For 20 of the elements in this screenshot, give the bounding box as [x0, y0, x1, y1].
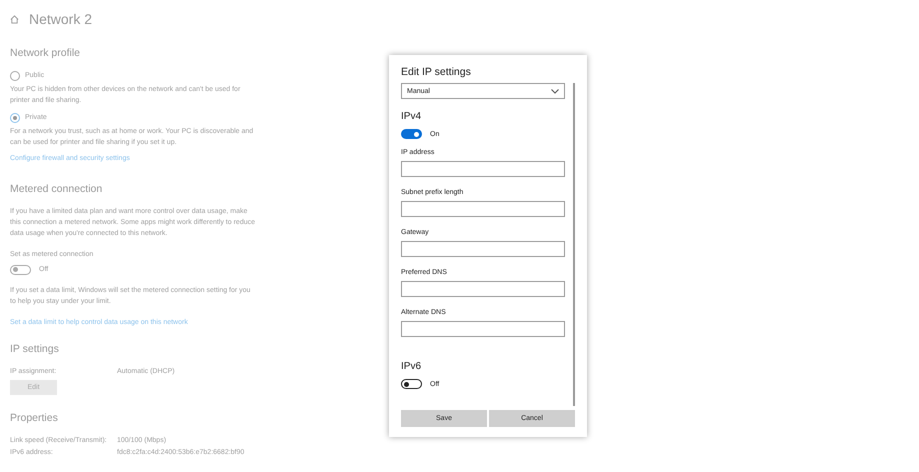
toggle-switch[interactable]	[401, 129, 422, 139]
radio-button[interactable]	[10, 112, 20, 122]
section-heading: IP settings	[10, 342, 60, 356]
input-field[interactable]	[401, 161, 565, 177]
section-heading: Properties	[10, 411, 59, 425]
section-heading: IPv4	[401, 111, 422, 123]
chevron-down-icon	[551, 88, 559, 94]
toggle-switch[interactable]	[401, 379, 422, 389]
section-heading: IPv6	[401, 361, 422, 373]
input-field[interactable]	[401, 281, 565, 297]
section-heading: Network profile	[10, 46, 82, 60]
toggle-switch[interactable]	[10, 264, 31, 274]
dialog-title: Edit IP settings	[401, 65, 472, 79]
section-heading: Metered connection	[10, 182, 104, 196]
home-icon[interactable]	[10, 14, 19, 24]
page-title: Network 2	[29, 10, 92, 28]
input-field[interactable]	[401, 201, 565, 217]
input-field[interactable]	[401, 321, 565, 337]
input-field[interactable]	[401, 241, 565, 257]
radio-button[interactable]	[10, 70, 20, 80]
